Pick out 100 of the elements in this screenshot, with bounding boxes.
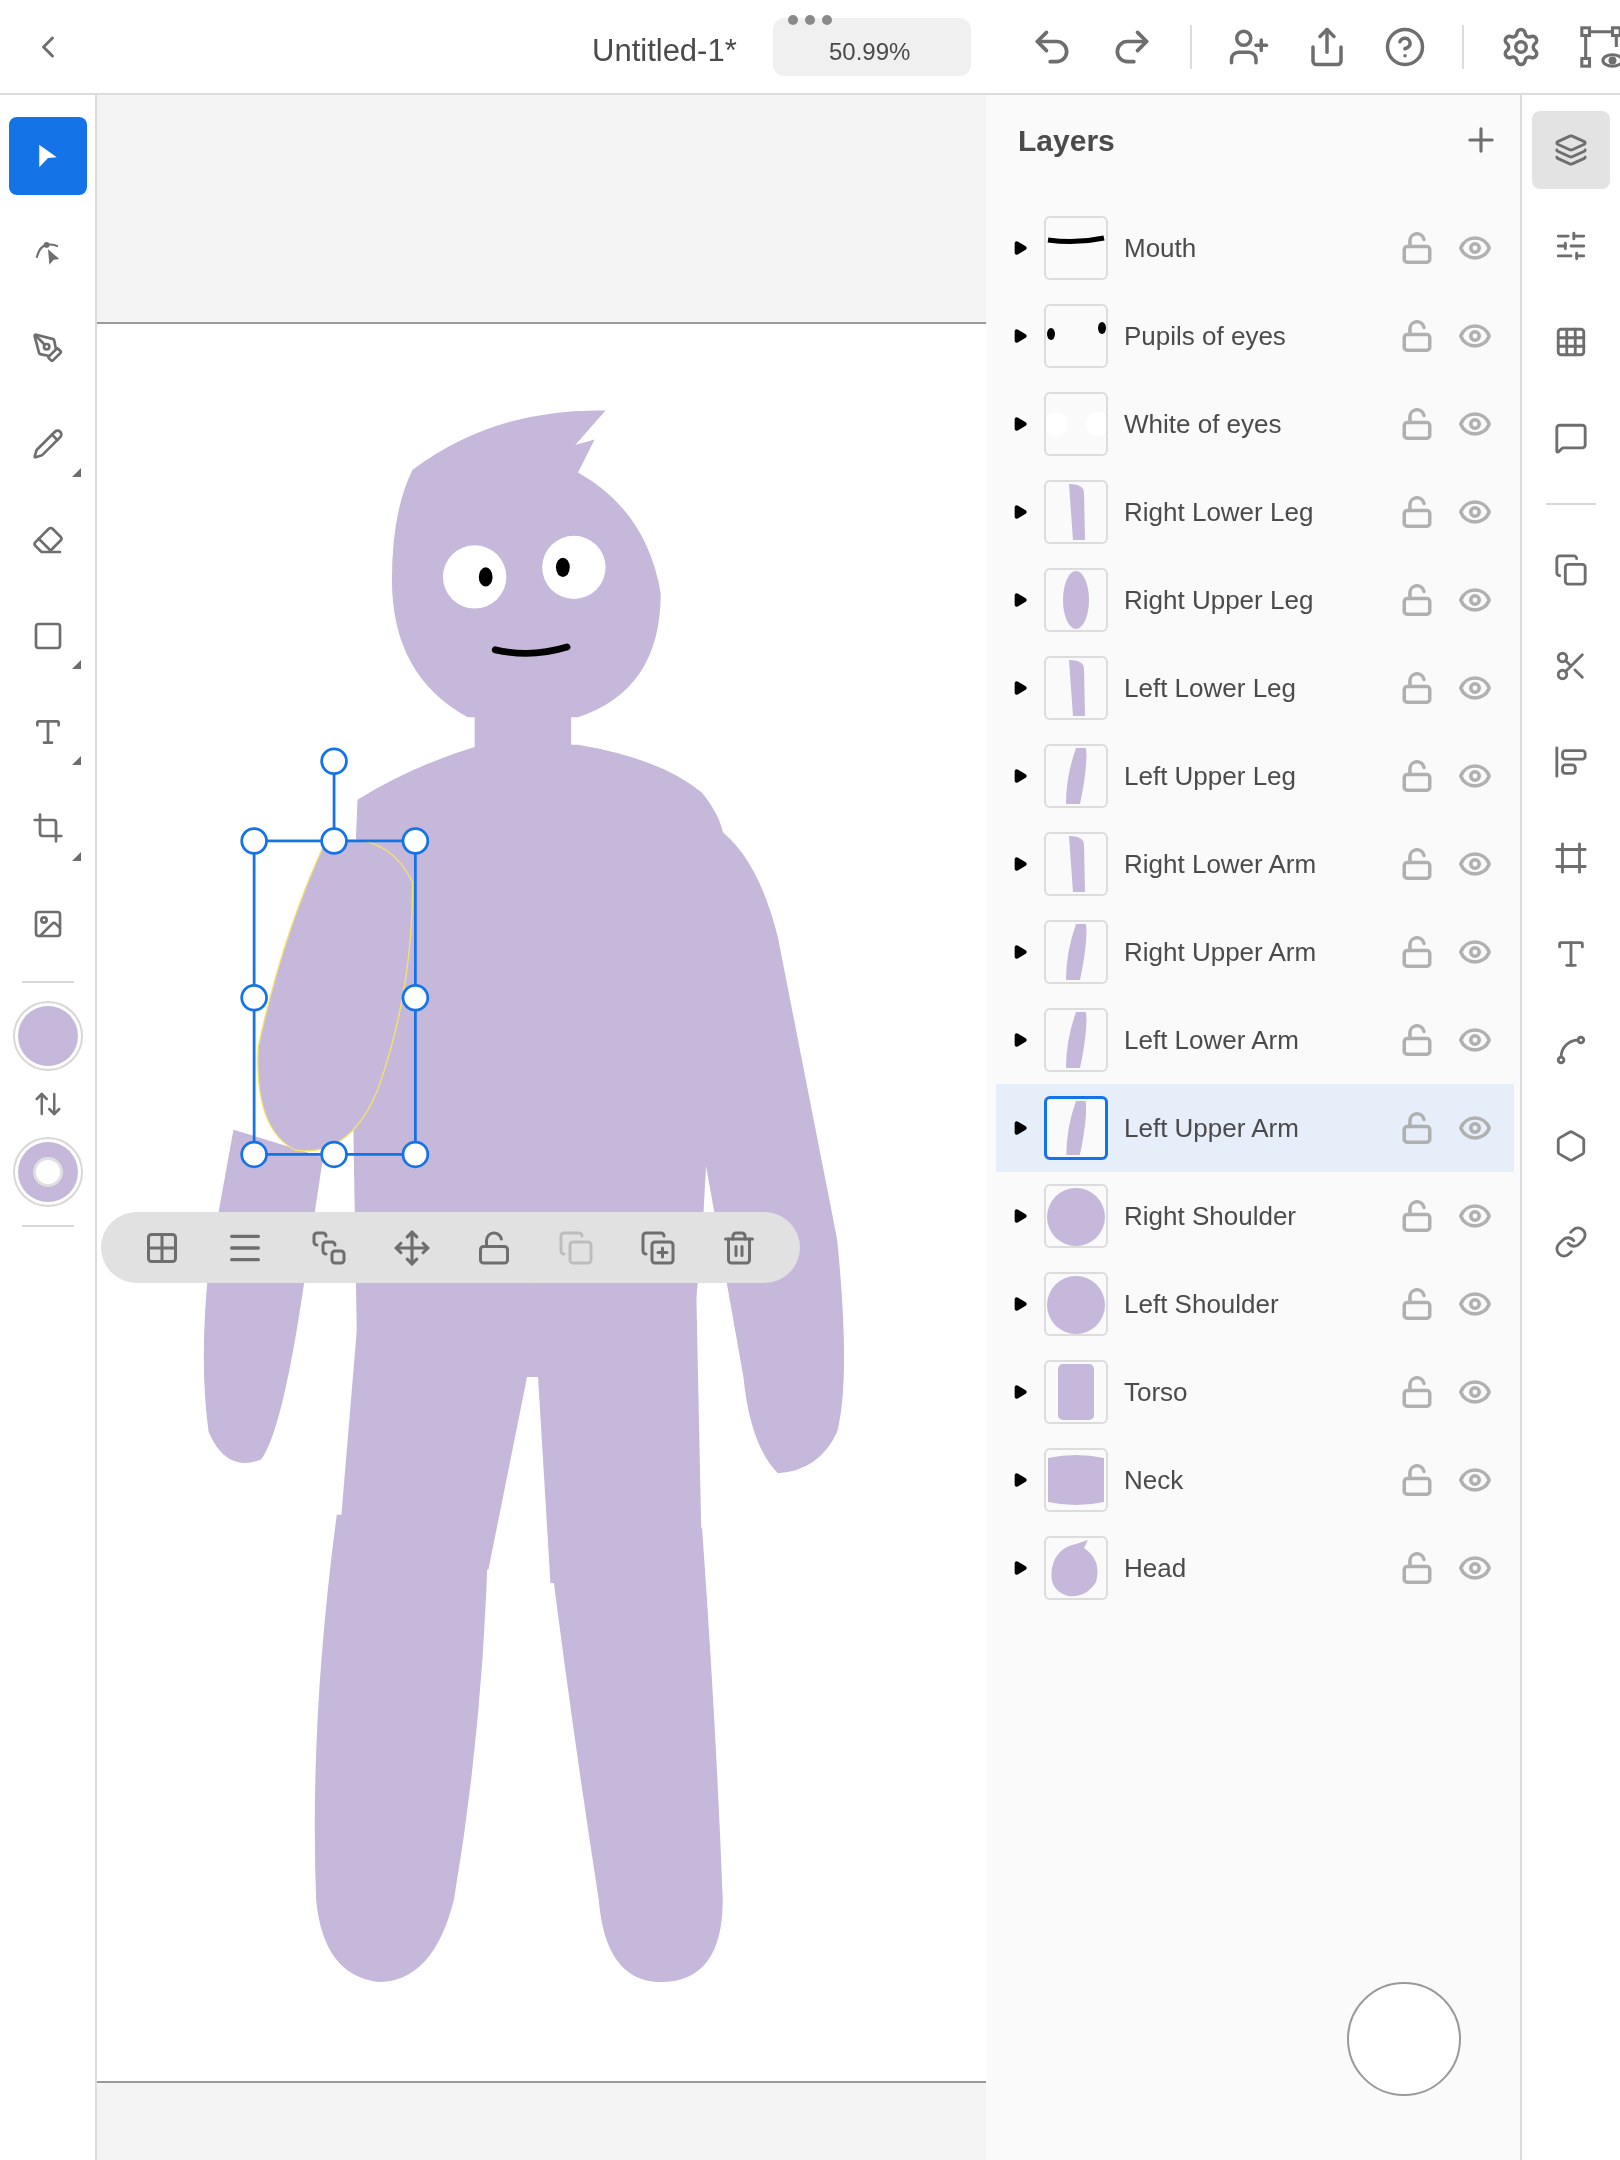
layers-icon xyxy=(1554,133,1588,167)
layer-row[interactable]: Head xyxy=(996,1524,1514,1612)
lock-toggle[interactable] xyxy=(1400,407,1434,441)
layer-row[interactable]: Left Shoulder xyxy=(996,1260,1514,1348)
help-button[interactable] xyxy=(1384,26,1426,68)
eraser-icon xyxy=(31,524,64,556)
unlock-icon xyxy=(1400,1463,1434,1497)
layer-thumbnail xyxy=(1044,216,1108,280)
layer-row[interactable]: Left Lower Arm xyxy=(996,996,1514,1084)
layer-row[interactable]: Left Lower Leg xyxy=(996,644,1514,732)
lock-toggle[interactable] xyxy=(1400,1199,1434,1233)
unlock-icon xyxy=(1400,847,1434,881)
grid-icon xyxy=(1554,325,1588,359)
layer-name: Mouth xyxy=(1124,231,1198,265)
lock-toggle[interactable] xyxy=(1400,495,1434,529)
triangle-icon xyxy=(1012,1296,1028,1312)
layer-name: Head xyxy=(1124,1551,1188,1585)
unlock-icon xyxy=(1400,1375,1434,1409)
lock-toggle[interactable] xyxy=(1400,1023,1434,1057)
lock-toggle[interactable] xyxy=(1400,1287,1434,1321)
layer-thumbnail xyxy=(1044,1184,1108,1248)
panel-title: Layers xyxy=(1018,122,1115,159)
layer-thumbnail xyxy=(1044,1448,1108,1512)
stroke-color-swatch[interactable] xyxy=(12,1137,83,1207)
unlock-icon xyxy=(1400,935,1434,969)
layer-row[interactable]: Right Upper Leg xyxy=(996,556,1514,644)
triangle-icon xyxy=(1012,328,1028,344)
layer-row[interactable]: Right Shoulder xyxy=(996,1172,1514,1260)
flyout-indicator-icon xyxy=(71,660,81,669)
layer-row[interactable]: White of eyes xyxy=(996,380,1514,468)
layers-panel-button[interactable] xyxy=(1532,111,1610,189)
move-icon xyxy=(392,1228,431,1267)
triangle-icon xyxy=(1012,592,1028,608)
frame-icon xyxy=(1554,841,1588,875)
layer-name: Left Upper Arm xyxy=(1124,1111,1300,1145)
lock-toggle[interactable] xyxy=(1400,1111,1434,1145)
lock-toggle[interactable] xyxy=(1400,1463,1434,1497)
flyout-indicator-icon xyxy=(71,468,81,477)
layer-row[interactable]: Mouth xyxy=(996,204,1514,292)
unlock-icon xyxy=(1400,231,1434,265)
layer-name: Left Lower Leg xyxy=(1124,671,1297,705)
layer-row[interactable]: Right Upper Arm xyxy=(996,908,1514,996)
layer-row[interactable]: Pupils of eyes xyxy=(996,292,1514,380)
select-tool[interactable] xyxy=(8,117,87,195)
layer-row[interactable]: Right Lower Leg xyxy=(996,468,1514,556)
unlock-icon xyxy=(1400,319,1434,353)
layer-thumbnail xyxy=(1044,832,1108,896)
layer-name: Right Upper Arm xyxy=(1124,935,1318,969)
preview-button[interactable] xyxy=(1578,24,1620,70)
layer-thumbnail xyxy=(1044,1008,1108,1072)
layer-name: Right Lower Leg xyxy=(1124,495,1315,529)
fill-color-swatch[interactable] xyxy=(12,1001,83,1071)
layer-name: Pupils of eyes xyxy=(1124,319,1287,353)
layer-thumbnail xyxy=(1044,1536,1108,1600)
duplicate-button[interactable] xyxy=(639,1229,676,1266)
layer-thumbnail xyxy=(1044,304,1108,368)
layer-name: Neck xyxy=(1124,1463,1185,1497)
lock-toggle[interactable] xyxy=(1400,671,1434,705)
layer-row[interactable]: Neck xyxy=(996,1436,1514,1524)
unlock-icon xyxy=(1400,1199,1434,1233)
triangle-icon xyxy=(1012,944,1028,960)
more-icon[interactable] xyxy=(787,14,833,26)
lock-toggle[interactable] xyxy=(1400,1375,1434,1409)
layer-name: Left Lower Arm xyxy=(1124,1023,1300,1057)
move-button[interactable] xyxy=(392,1228,431,1267)
lock-toggle[interactable] xyxy=(1400,935,1434,969)
layer-thumbnail xyxy=(1044,568,1108,632)
unlock-icon xyxy=(1400,1287,1434,1321)
triangle-icon xyxy=(1012,1560,1028,1576)
crop-icon xyxy=(31,812,64,844)
triangle-icon xyxy=(1012,416,1028,432)
curve-icon xyxy=(1554,1033,1588,1067)
lock-toggle[interactable] xyxy=(1400,231,1434,265)
triangle-icon xyxy=(1012,1032,1028,1048)
lock-toggle[interactable] xyxy=(1400,759,1434,793)
layer-name: Right Shoulder xyxy=(1124,1199,1297,1233)
duplicate-icon xyxy=(639,1229,676,1266)
unlock-icon xyxy=(1400,407,1434,441)
layer-name: Left Upper Leg xyxy=(1124,759,1297,793)
link-icon xyxy=(1554,1225,1588,1259)
triangle-icon xyxy=(1012,856,1028,872)
layer-row[interactable]: Left Upper Leg xyxy=(996,732,1514,820)
layer-thumbnail xyxy=(1044,744,1108,808)
layer-row[interactable]: Torso xyxy=(996,1348,1514,1436)
lock-toggle[interactable] xyxy=(1400,319,1434,353)
triangle-icon xyxy=(1012,504,1028,520)
speech-bubble-icon xyxy=(1554,421,1588,455)
layer-thumbnail xyxy=(1044,1360,1108,1424)
layer-row[interactable]: Right Lower Arm xyxy=(996,820,1514,908)
triangle-icon xyxy=(1012,1208,1028,1224)
overlapping-squares-icon xyxy=(557,1229,594,1266)
lock-toggle[interactable] xyxy=(1400,1551,1434,1585)
lock-toggle[interactable] xyxy=(1400,583,1434,617)
path-preview-icon xyxy=(1578,24,1620,70)
layer-thumbnail xyxy=(1044,656,1108,720)
triangle-icon xyxy=(1012,768,1028,784)
layer-row[interactable]: Left Upper Arm xyxy=(996,1084,1514,1172)
layer-thumbnail xyxy=(1044,480,1108,544)
arrange-button[interactable] xyxy=(311,1229,348,1266)
lock-toggle[interactable] xyxy=(1400,847,1434,881)
